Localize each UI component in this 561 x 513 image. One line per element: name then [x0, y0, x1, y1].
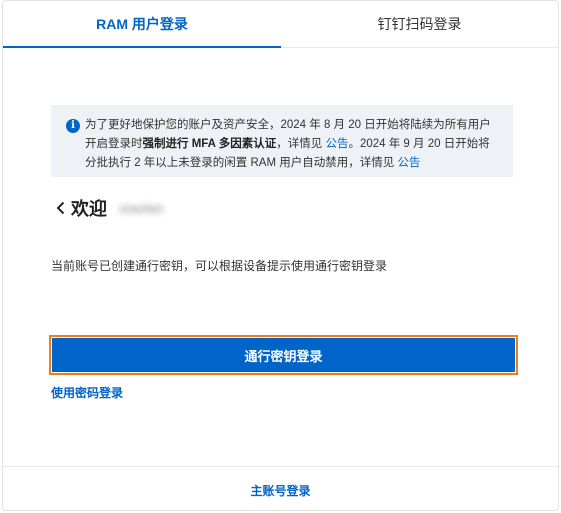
- active-tab-indicator: [3, 46, 281, 48]
- tab-dingtalk-scan-login-label: 钉钉扫码登录: [377, 16, 462, 32]
- login-card: RAM 用户登录 钉钉扫码登录 i 为了更好地保护您的账户及资产安全，2024 …: [2, 0, 559, 511]
- passkey-hint: 当前账号已创建通行密钥，可以根据设备提示使用通行密钥登录: [51, 259, 388, 273]
- passkey-login-button[interactable]: 通行密钥登录: [52, 338, 515, 372]
- notice-text-2: ，详情见: [276, 138, 326, 150]
- login-tabs: RAM 用户登录 钉钉扫码登录: [3, 1, 558, 48]
- tab-dingtalk-scan-login[interactable]: 钉钉扫码登录: [281, 1, 558, 47]
- passkey-login-button-focus-ring: 通行密钥登录: [49, 335, 518, 375]
- welcome-header: 欢迎 xiaolan: [51, 194, 163, 222]
- info-icon: i: [66, 119, 80, 133]
- notice-bold-mfa: 强制进行 MFA 多因素认证: [142, 138, 277, 150]
- tab-ram-user-login-label: RAM 用户登录: [96, 16, 188, 32]
- notice-announcement-link-1[interactable]: 公告: [325, 138, 348, 150]
- footer: 主账号登录: [3, 466, 558, 510]
- welcome-title: 欢迎: [71, 199, 107, 219]
- main-account-login-link[interactable]: 主账号登录: [250, 482, 310, 499]
- chevron-left-icon[interactable]: [51, 195, 69, 221]
- tab-ram-user-login[interactable]: RAM 用户登录: [3, 1, 281, 48]
- password-login-link[interactable]: 使用密码登录: [51, 384, 123, 401]
- username-blurred: xiaolan: [119, 200, 164, 216]
- security-notice: i 为了更好地保护您的账户及资产安全，2024 年 8 月 20 日开始将陆续为…: [51, 105, 513, 177]
- notice-announcement-link-2[interactable]: 公告: [397, 157, 420, 169]
